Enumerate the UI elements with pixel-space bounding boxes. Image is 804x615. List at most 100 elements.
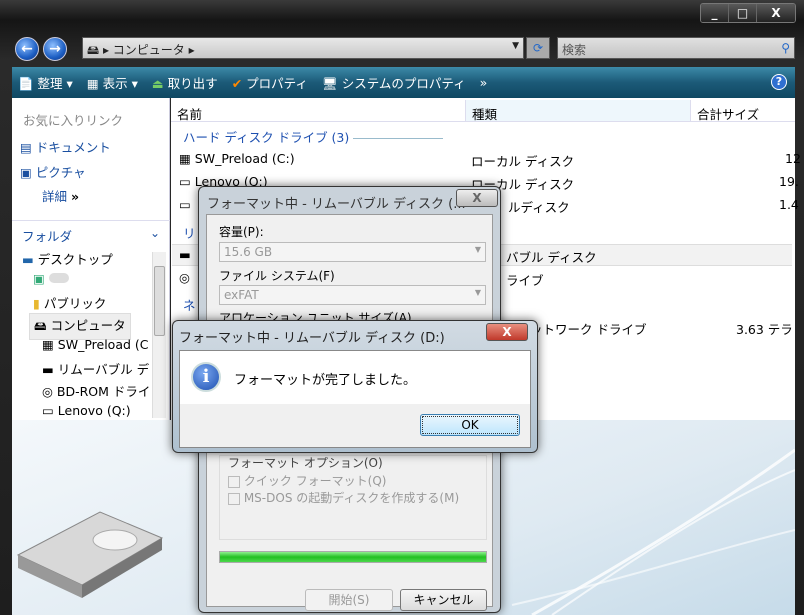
tree-label: Lenovo (Q:) — [57, 403, 131, 418]
group-removable[interactable]: リ — [183, 223, 196, 242]
chevron-down-icon[interactable]: ⌄ — [150, 226, 160, 240]
removable-drive-large-icon — [16, 511, 164, 598]
list-item[interactable]: ▭ — [179, 197, 191, 212]
chevron-down-icon[interactable]: ▼ — [512, 41, 519, 51]
documents-label: ドキュメント — [35, 140, 111, 155]
search-icon: ⚲ — [781, 41, 790, 55]
chevron-down-icon: ▼ — [474, 245, 481, 254]
scrollbar-thumb[interactable] — [154, 266, 165, 336]
drive-icon: ▭ — [179, 174, 191, 189]
divider — [12, 220, 170, 221]
capacity-select[interactable]: 15.6 GB ▼ — [219, 242, 486, 262]
eject-icon: ⏏ — [151, 76, 164, 91]
group-hdd[interactable]: ハード ディスク ドライブ (3) — [183, 127, 444, 146]
favorites-title: お気に入りリンク — [23, 113, 124, 128]
message-text: フォーマットが完了しました。 — [234, 373, 417, 388]
back-button[interactable]: ← — [15, 37, 39, 61]
favorites-more-link[interactable]: 詳細 » — [42, 186, 79, 205]
search-input[interactable]: 検索 ⚲ — [557, 37, 795, 59]
ok-button[interactable]: OK — [420, 414, 520, 436]
search-placeholder: 検索 — [562, 43, 587, 57]
breadcrumb-computer[interactable]: コンピュータ — [113, 43, 185, 57]
filesystem-select[interactable]: exFAT ▼ — [219, 285, 486, 305]
group-line — [353, 138, 444, 139]
more-label: 詳細 — [42, 189, 68, 204]
msdos-checkbox[interactable]: MS-DOS の起動ディスクを作成する(M) — [228, 489, 459, 506]
view-button[interactable]: ▦ 表示 ▾ — [87, 73, 138, 92]
tree-item-bd-rom[interactable]: ◎ BD-ROM ドライ — [42, 381, 150, 400]
dialog-title: フォーマット中 - リムーバブル ディスク (... — [207, 197, 466, 212]
tree-scrollbar[interactable] — [152, 252, 166, 418]
folders-header[interactable]: フォルダ — [22, 226, 72, 245]
tree-item-user[interactable]: ▣ — [33, 271, 69, 286]
eject-label: 取り出す — [167, 76, 218, 91]
address-bar[interactable]: 🖴 ▸ コンピュータ ▸ ▼ — [82, 37, 524, 59]
computer-icon: 🖴 — [87, 43, 100, 57]
more-button[interactable]: » — [480, 75, 488, 90]
item-type: バブル ディスク — [506, 250, 597, 265]
chevron-down-icon: ▼ — [474, 288, 481, 297]
item-size: 1.4 — [779, 197, 799, 212]
removable-drive-icon: ▬ — [179, 247, 191, 262]
organize-button[interactable]: 📄 整理 ▾ — [18, 73, 73, 92]
help-icon[interactable]: ? — [771, 74, 787, 90]
item-size: 19. — [779, 174, 799, 189]
column-name[interactable]: 名前 — [171, 100, 466, 122]
close-button[interactable]: X — [456, 189, 498, 207]
tree-item-removable[interactable]: ▬ リムーバブル デ — [42, 359, 150, 378]
column-size[interactable]: 合計サイズ — [691, 100, 795, 122]
view-label: 表示 — [102, 76, 128, 91]
item-type: ライブ — [506, 273, 544, 288]
optical-drive-icon: ◎ — [42, 384, 53, 399]
sidebar-item-pictures[interactable]: ▣ ピクチャ — [20, 162, 86, 181]
tree-label: リムーバブル デ — [57, 362, 150, 377]
maximize-button[interactable]: □ — [729, 4, 758, 22]
sidebar-item-documents[interactable]: ▤ ドキュメント — [20, 137, 111, 156]
windows-drive-icon: ▦ — [179, 151, 191, 166]
tree-item-computer[interactable]: 🖴 コンピュータ — [29, 313, 131, 340]
optical-drive-icon: ◎ — [179, 270, 190, 285]
picture-icon: ▣ — [20, 165, 32, 180]
system-properties-label: システムのプロパティ — [341, 76, 466, 91]
tree-item-public[interactable]: ▮ パブリック — [33, 293, 106, 312]
document-icon: ▤ — [20, 140, 32, 155]
progress-fill — [220, 552, 486, 562]
column-type[interactable]: 種類 — [466, 100, 691, 122]
blurred-username — [48, 273, 69, 283]
list-item[interactable]: ▦ SW_Preload (C:) — [179, 151, 295, 166]
tree-item-desktop[interactable]: ▬ デスクトップ — [22, 249, 113, 268]
checkmark-icon: ✔ — [231, 76, 243, 91]
close-button[interactable]: X — [757, 4, 795, 22]
close-button[interactable]: X — [486, 323, 528, 341]
cancel-button[interactable]: キャンセル — [400, 589, 487, 611]
message-box-body: i フォーマットが完了しました。 OK — [179, 350, 531, 448]
quick-format-checkbox[interactable]: クイック フォーマット(Q) — [228, 472, 386, 489]
forward-button[interactable]: → — [43, 37, 67, 61]
tree-label: SW_Preload (C — [57, 337, 149, 352]
tree-item-c-drive[interactable]: ▦ SW_Preload (C — [42, 337, 150, 352]
refresh-button[interactable]: ⟳ — [526, 37, 550, 59]
minimize-button[interactable]: _ — [701, 4, 730, 22]
info-icon: i — [191, 362, 221, 392]
tree-label: デスクトップ — [37, 252, 113, 267]
command-bar: 📄 整理 ▾ ▦ 表示 ▾ ⏏ 取り出す ✔ プロパティ 🖥 システムのプロパテ… — [12, 67, 795, 98]
folder-icon: ▮ — [33, 296, 40, 311]
column-headers: 名前 種類 合計サイズ — [171, 100, 795, 122]
start-button[interactable]: 開始(S) — [305, 589, 393, 611]
tree-item-lenovo[interactable]: ▭ Lenovo (Q:) — [42, 403, 150, 418]
message-box: フォーマット中 - リムーバブル ディスク (D:) X i フォーマットが完了… — [172, 320, 538, 453]
window-controls: _ □ X — [700, 3, 796, 23]
capacity-value: 15.6 GB — [224, 245, 273, 259]
user-folder-icon: ▣ — [33, 271, 45, 286]
group-network[interactable]: ネ — [183, 295, 196, 314]
removable-drive-icon: ▬ — [42, 362, 54, 377]
system-properties-button[interactable]: 🖥 システムのプロパティ — [322, 73, 466, 92]
item-type: ットワーク ドライブ — [530, 322, 647, 337]
properties-button[interactable]: ✔ プロパティ — [232, 73, 308, 92]
format-options-group: フォーマット オプション(O) クイック フォーマット(Q) MS-DOS の起… — [219, 455, 487, 540]
tree-label: コンピュータ — [50, 318, 126, 333]
message-box-title: フォーマット中 - リムーバブル ディスク (D:) — [179, 331, 445, 346]
eject-button[interactable]: ⏏ 取り出す — [152, 73, 218, 92]
item-type: ローカル ディスク — [471, 154, 575, 169]
desktop-icon: ▬ — [22, 252, 34, 267]
